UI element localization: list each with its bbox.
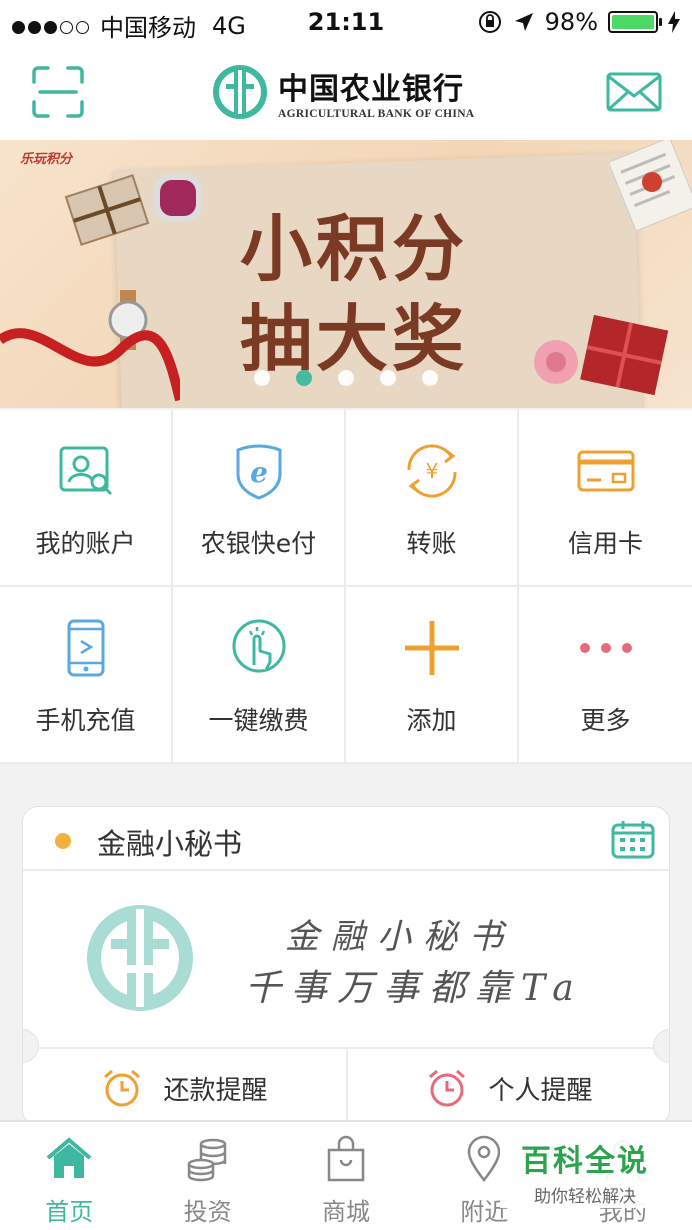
baike-watermark: 百科全说 助你轻松解决 (500, 1128, 670, 1208)
abc-logo-icon (213, 65, 267, 119)
transfer-icon: ¥ (406, 444, 457, 498)
pager-dot[interactable] (338, 370, 354, 386)
credit-card-icon (577, 450, 634, 492)
one-tap-pay-icon (232, 619, 285, 673)
account-icon (59, 446, 112, 496)
handwriting-line-2: 千事万事都靠Ta (245, 968, 584, 1009)
app-header: 中国农业银行 AGRICULTURAL BANK OF CHINA (0, 46, 692, 140)
grid-label: 添加 (406, 706, 457, 735)
pager-dot[interactable] (254, 370, 270, 386)
grid-label: 我的账户 (35, 529, 136, 558)
svg-text:¥: ¥ (425, 459, 438, 483)
gadget-icon (154, 174, 202, 222)
personal-reminder-button[interactable]: 个人提醒 (346, 1049, 669, 1125)
handwriting-line-1: 金融小秘书 (285, 917, 515, 957)
banner-pager[interactable] (0, 370, 692, 386)
plus-icon (404, 621, 459, 675)
abc-watermark-logo-icon (87, 905, 193, 1011)
newspaper-icon (610, 140, 692, 230)
tab-label: 首页 (45, 1198, 94, 1226)
bank-brand: 中国农业银行 AGRICULTURAL BANK OF CHINA (212, 64, 474, 120)
grid-item-e-pay[interactable]: e 农银快e付 (173, 410, 346, 587)
grid-label: 农银快e付 (200, 529, 317, 558)
grid-label: 信用卡 (567, 529, 643, 558)
grid-label: 转账 (406, 529, 457, 558)
grid-item-credit-card[interactable]: 信用卡 (519, 410, 692, 587)
gift-box-icon (64, 174, 150, 246)
shopping-bag-icon (327, 1135, 365, 1182)
function-grid: 我的账户 e 农银快e付 ¥ 转账 信用卡 手机充值 一键缴费 添加 更多 (0, 410, 692, 764)
tab-label: 商城 (322, 1198, 371, 1226)
phone-topup-icon (67, 619, 104, 677)
brand-name-cn: 中国农业银行 (278, 72, 464, 107)
alarm-clock-icon (104, 1069, 141, 1107)
scan-icon[interactable] (32, 66, 84, 118)
tab-home[interactable]: 首页 (0, 1122, 138, 1230)
grid-label: 手机充值 (35, 706, 136, 735)
coins-icon (187, 1138, 226, 1182)
calendar-icon[interactable] (611, 819, 655, 859)
brand-name-en: AGRICULTURAL BANK OF CHINA (278, 108, 475, 120)
finance-assistant-card[interactable]: 金融小秘书 金融小秘书 千事万事都靠Ta 还款提醒 个人提醒 (22, 806, 670, 1126)
red-gift-box-icon (580, 314, 669, 396)
tab-invest[interactable]: 投资 (138, 1122, 276, 1230)
grid-item-phone-topup[interactable]: 手机充值 (0, 587, 173, 764)
tab-label: 投资 (183, 1198, 232, 1226)
battery-icon (608, 11, 662, 33)
repayment-reminder-button[interactable]: 还款提醒 (23, 1049, 346, 1125)
pager-dot-active[interactable] (296, 370, 312, 386)
card-header: 金融小秘书 (23, 807, 669, 871)
reminder-label: 个人提醒 (488, 1075, 593, 1106)
status-bar: 中国移动 4G 21:11 98% (0, 0, 692, 46)
grid-item-one-tap-pay[interactable]: 一键缴费 (173, 587, 346, 764)
pager-dot[interactable] (422, 370, 438, 386)
status-dot (55, 833, 71, 849)
ribbon-icon (0, 328, 180, 402)
grid-label: 一键缴费 (208, 706, 309, 735)
more-icon (579, 643, 632, 653)
charging-icon (668, 11, 680, 33)
orientation-lock-icon (478, 11, 501, 33)
grid-item-add[interactable]: 添加 (346, 587, 519, 764)
grid-item-my-account[interactable]: 我的账户 (0, 410, 173, 587)
grid-item-more[interactable]: 更多 (519, 587, 692, 764)
e-pay-icon: e (236, 444, 281, 500)
reminder-row: 还款提醒 个人提醒 (23, 1047, 669, 1125)
home-icon (46, 1137, 92, 1178)
grid-label: 更多 (580, 706, 631, 735)
watermark-title: 百科全说 (521, 1144, 649, 1179)
pager-dot[interactable] (380, 370, 396, 386)
mail-icon[interactable] (606, 72, 662, 112)
grid-item-transfer[interactable]: ¥ 转账 (346, 410, 519, 587)
svg-text:e: e (250, 456, 268, 489)
tab-mall[interactable]: 商城 (277, 1122, 415, 1230)
location-arrow-icon (514, 13, 533, 31)
alarm-clock-icon (429, 1069, 466, 1107)
promo-banner[interactable]: 乐玩积分 小积分 抽大奖 (0, 140, 692, 408)
card-body: 金融小秘书 千事万事都靠Ta (23, 873, 669, 1049)
reminder-label: 还款提醒 (163, 1075, 268, 1106)
watermark-subtitle: 助你轻松解决 (534, 1187, 636, 1207)
promo-tag: 乐玩积分 (20, 152, 73, 167)
battery-percent: 98% (544, 8, 598, 36)
card-title: 金融小秘书 (97, 827, 243, 861)
